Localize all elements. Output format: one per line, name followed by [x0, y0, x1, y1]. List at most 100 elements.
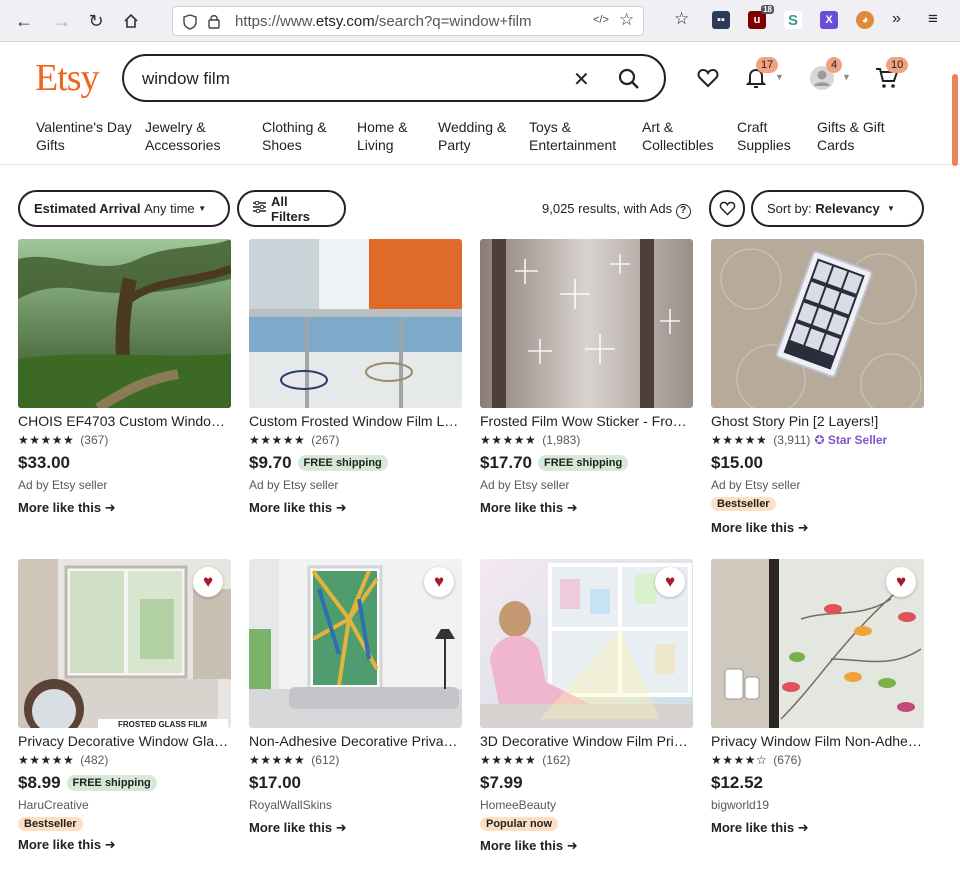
- favorite-heart-button[interactable]: ♥: [193, 567, 223, 597]
- product-image-stained-glass[interactable]: ♥: [249, 559, 462, 728]
- category-craft-supplies[interactable]: Craft Supplies: [737, 118, 791, 154]
- product-title[interactable]: Ghost Story Pin [2 Layers!]: [711, 413, 924, 429]
- product-image-rainbow-window[interactable]: ♥: [480, 559, 693, 728]
- category-toys-entertainment[interactable]: Toys & Entertainment: [529, 118, 616, 154]
- results-count: 9,025 results, with Ads ?: [542, 201, 691, 219]
- category-label: Collectibles: [642, 137, 714, 153]
- more-like-this-link[interactable]: More like this ➜: [480, 500, 693, 516]
- x-extension-icon[interactable]: X: [820, 11, 838, 29]
- product-card[interactable]: CHOIS EF4703 Custom Window Film ★★★★★ (36…: [18, 239, 231, 516]
- more-like-this-link[interactable]: More like this ➜: [711, 520, 924, 536]
- star-rating-icon: ★★★★★: [480, 433, 537, 447]
- product-rating: ★★★★★ (162): [480, 753, 693, 767]
- more-like-this-link[interactable]: More like this ➜: [18, 837, 231, 853]
- lock-icon: [207, 13, 221, 34]
- product-price: $12.52: [711, 773, 763, 792]
- notifications-caret-icon[interactable]: ▼: [775, 72, 784, 82]
- product-title[interactable]: Frosted Film Wow Sticker - Frosted: [480, 413, 693, 429]
- category-home-living[interactable]: Home & Living: [357, 118, 408, 154]
- product-image-frosted-film[interactable]: [480, 239, 693, 408]
- search-icon[interactable]: [618, 68, 640, 95]
- sort-dropdown[interactable]: Sort by: Relevancy ▼: [751, 190, 924, 227]
- monkey-extension-icon[interactable]: ◕: [856, 11, 874, 29]
- pocket-star-icon[interactable]: ☆: [674, 9, 689, 29]
- product-image-bird-window[interactable]: ♥: [711, 559, 924, 728]
- account-caret-icon[interactable]: ▼: [842, 72, 851, 82]
- forward-arrow-icon[interactable]: →: [50, 9, 74, 33]
- hamburger-menu-icon[interactable]: ≡: [928, 9, 938, 29]
- product-image-office-frosted[interactable]: [249, 239, 462, 408]
- etsy-logo[interactable]: Etsy: [35, 56, 100, 100]
- more-like-this-link[interactable]: More like this ➜: [249, 500, 462, 516]
- category-gifts-gift-cards[interactable]: Gifts & Gift Cards: [817, 118, 885, 154]
- bestseller-badge: Bestseller: [18, 817, 83, 831]
- more-like-this-link[interactable]: More like this ➜: [711, 820, 924, 836]
- category-label: Toys &: [529, 119, 572, 135]
- product-title[interactable]: Non-Adhesive Decorative Privacy Film: [249, 733, 462, 749]
- results-text: 9,025 results, with Ads: [542, 201, 673, 216]
- more-like-this-label: More like this: [249, 820, 333, 835]
- product-card[interactable]: ♥ Non-Adhesive Decorative Privacy Film ★…: [249, 559, 462, 836]
- search-bar[interactable]: window film ✕: [122, 54, 666, 102]
- reader-code-icon[interactable]: </>: [593, 14, 609, 26]
- product-title[interactable]: 3D Decorative Window Film Privacy: [480, 733, 693, 749]
- star-seller-badge: ✪ Star Seller: [814, 433, 887, 447]
- url-text: https://www.etsy.com/search?q=window+fil…: [235, 13, 532, 30]
- shop-name-link[interactable]: RoyalWallSkins: [249, 798, 462, 812]
- page-scrollbar[interactable]: [952, 74, 958, 166]
- arrow-right-icon: ➜: [797, 520, 809, 535]
- frosted-glass-caption: FROSTED GLASS FILM: [118, 720, 207, 728]
- product-title[interactable]: Custom Frosted Window Film Logo: [249, 413, 462, 429]
- address-bar[interactable]: https://www.etsy.com/search?q=window+fil…: [172, 6, 644, 36]
- category-label: Craft: [737, 119, 768, 135]
- product-card[interactable]: Custom Frosted Window Film Logo ★★★★★ (26…: [249, 239, 462, 516]
- help-question-icon[interactable]: ?: [675, 204, 691, 219]
- category-jewelry-accessories[interactable]: Jewelry & Accessories: [145, 118, 220, 154]
- s-extension-icon[interactable]: S: [784, 11, 802, 29]
- product-title[interactable]: Privacy Decorative Window Glass Film: [18, 733, 231, 749]
- search-input[interactable]: window film: [142, 69, 230, 89]
- more-like-this-link[interactable]: More like this ➜: [249, 820, 462, 836]
- product-title[interactable]: Privacy Window Film Non-Adhesive: [711, 733, 924, 749]
- product-price: $17.00: [249, 773, 301, 792]
- extension-menu-icon[interactable]: ▪▪: [712, 11, 730, 29]
- category-label: Supplies: [737, 137, 791, 153]
- more-like-this-link[interactable]: More like this ➜: [18, 500, 231, 516]
- favorite-heart-button[interactable]: ♥: [424, 567, 454, 597]
- category-wedding-party[interactable]: Wedding & Party: [438, 118, 506, 154]
- category-clothing-shoes[interactable]: Clothing & Shoes: [262, 118, 327, 154]
- reload-icon[interactable]: ↻: [84, 9, 108, 33]
- product-seller: Ad by Etsy seller: [711, 478, 801, 492]
- product-card[interactable]: ♥ Privacy Window Film Non-Adhesive ★★★★☆…: [711, 559, 924, 836]
- back-arrow-icon[interactable]: ←: [12, 9, 36, 33]
- product-image-ghost-pin[interactable]: [711, 239, 924, 408]
- favorite-heart-button[interactable]: ♥: [655, 567, 685, 597]
- shop-name-link[interactable]: bigworld19: [711, 798, 924, 812]
- shop-name-link[interactable]: HaruCreative: [18, 798, 231, 812]
- shop-name-link[interactable]: HomeeBeauty: [480, 798, 693, 812]
- bookmark-star-icon[interactable]: ☆: [619, 10, 634, 30]
- product-card[interactable]: ♥ 3D Decorative Window Film Privacy ★★★★…: [480, 559, 693, 854]
- more-like-this-link[interactable]: More like this ➜: [480, 838, 693, 854]
- product-card[interactable]: Frosted Film Wow Sticker - Frosted ★★★★★…: [480, 239, 693, 516]
- product-image-privacy-window[interactable]: FROSTED GLASS FILM ♥: [18, 559, 231, 728]
- category-art-collectibles[interactable]: Art & Collectibles: [642, 118, 714, 154]
- product-seller: Ad by Etsy seller: [249, 478, 339, 492]
- all-filters-button[interactable]: All Filters: [237, 190, 346, 227]
- product-title[interactable]: CHOIS EF4703 Custom Window Film: [18, 413, 231, 429]
- category-valentines-gifts[interactable]: Valentine's Day Gifts: [36, 118, 132, 154]
- star-rating-icon: ★★★★★: [480, 753, 537, 767]
- favorites-heart-icon[interactable]: [694, 64, 722, 92]
- favorite-heart-button[interactable]: ♥: [886, 567, 916, 597]
- estimated-arrival-dropdown[interactable]: Estimated Arrival Any time ▼: [18, 190, 230, 227]
- product-card[interactable]: Ghost Story Pin [2 Layers!] ★★★★★ (3,911)…: [711, 239, 924, 536]
- home-icon[interactable]: [119, 9, 143, 33]
- product-image-forest[interactable]: [18, 239, 231, 408]
- save-search-heart-button[interactable]: [709, 190, 745, 227]
- product-card[interactable]: FROSTED GLASS FILM ♥ Privacy Decorative …: [18, 559, 231, 853]
- clear-search-icon[interactable]: ✕: [573, 67, 590, 92]
- overflow-chevrons-icon[interactable]: »: [892, 10, 901, 28]
- filter-bar: Estimated Arrival Any time ▼ All Filters…: [0, 190, 960, 228]
- ublock-icon[interactable]: u 18: [748, 5, 774, 29]
- url-prefix: https://www.: [235, 13, 316, 30]
